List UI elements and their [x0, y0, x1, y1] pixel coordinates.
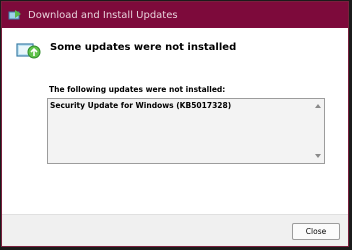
update-icon: [7, 7, 23, 23]
update-installer-icon: [15, 40, 43, 62]
scroll-up-icon[interactable]: [315, 104, 321, 108]
dialog-heading: Some updates were not installed: [50, 42, 237, 53]
vertical-scrollbar[interactable]: [312, 99, 324, 163]
title-bar[interactable]: Download and Install Updates: [2, 2, 348, 28]
dialog-footer: Close: [2, 214, 348, 246]
scroll-down-icon[interactable]: [315, 154, 321, 158]
updates-list-label: The following updates were not installed…: [49, 85, 226, 94]
list-item[interactable]: Security Update for Windows (KB5017328): [50, 101, 231, 110]
update-dialog-window: Download and Install Updates Some update…: [1, 1, 349, 247]
failed-updates-list[interactable]: Security Update for Windows (KB5017328): [47, 98, 325, 164]
dialog-content: Some updates were not installed The foll…: [2, 28, 348, 214]
close-button[interactable]: Close: [292, 223, 340, 240]
window-title: Download and Install Updates: [28, 9, 178, 21]
